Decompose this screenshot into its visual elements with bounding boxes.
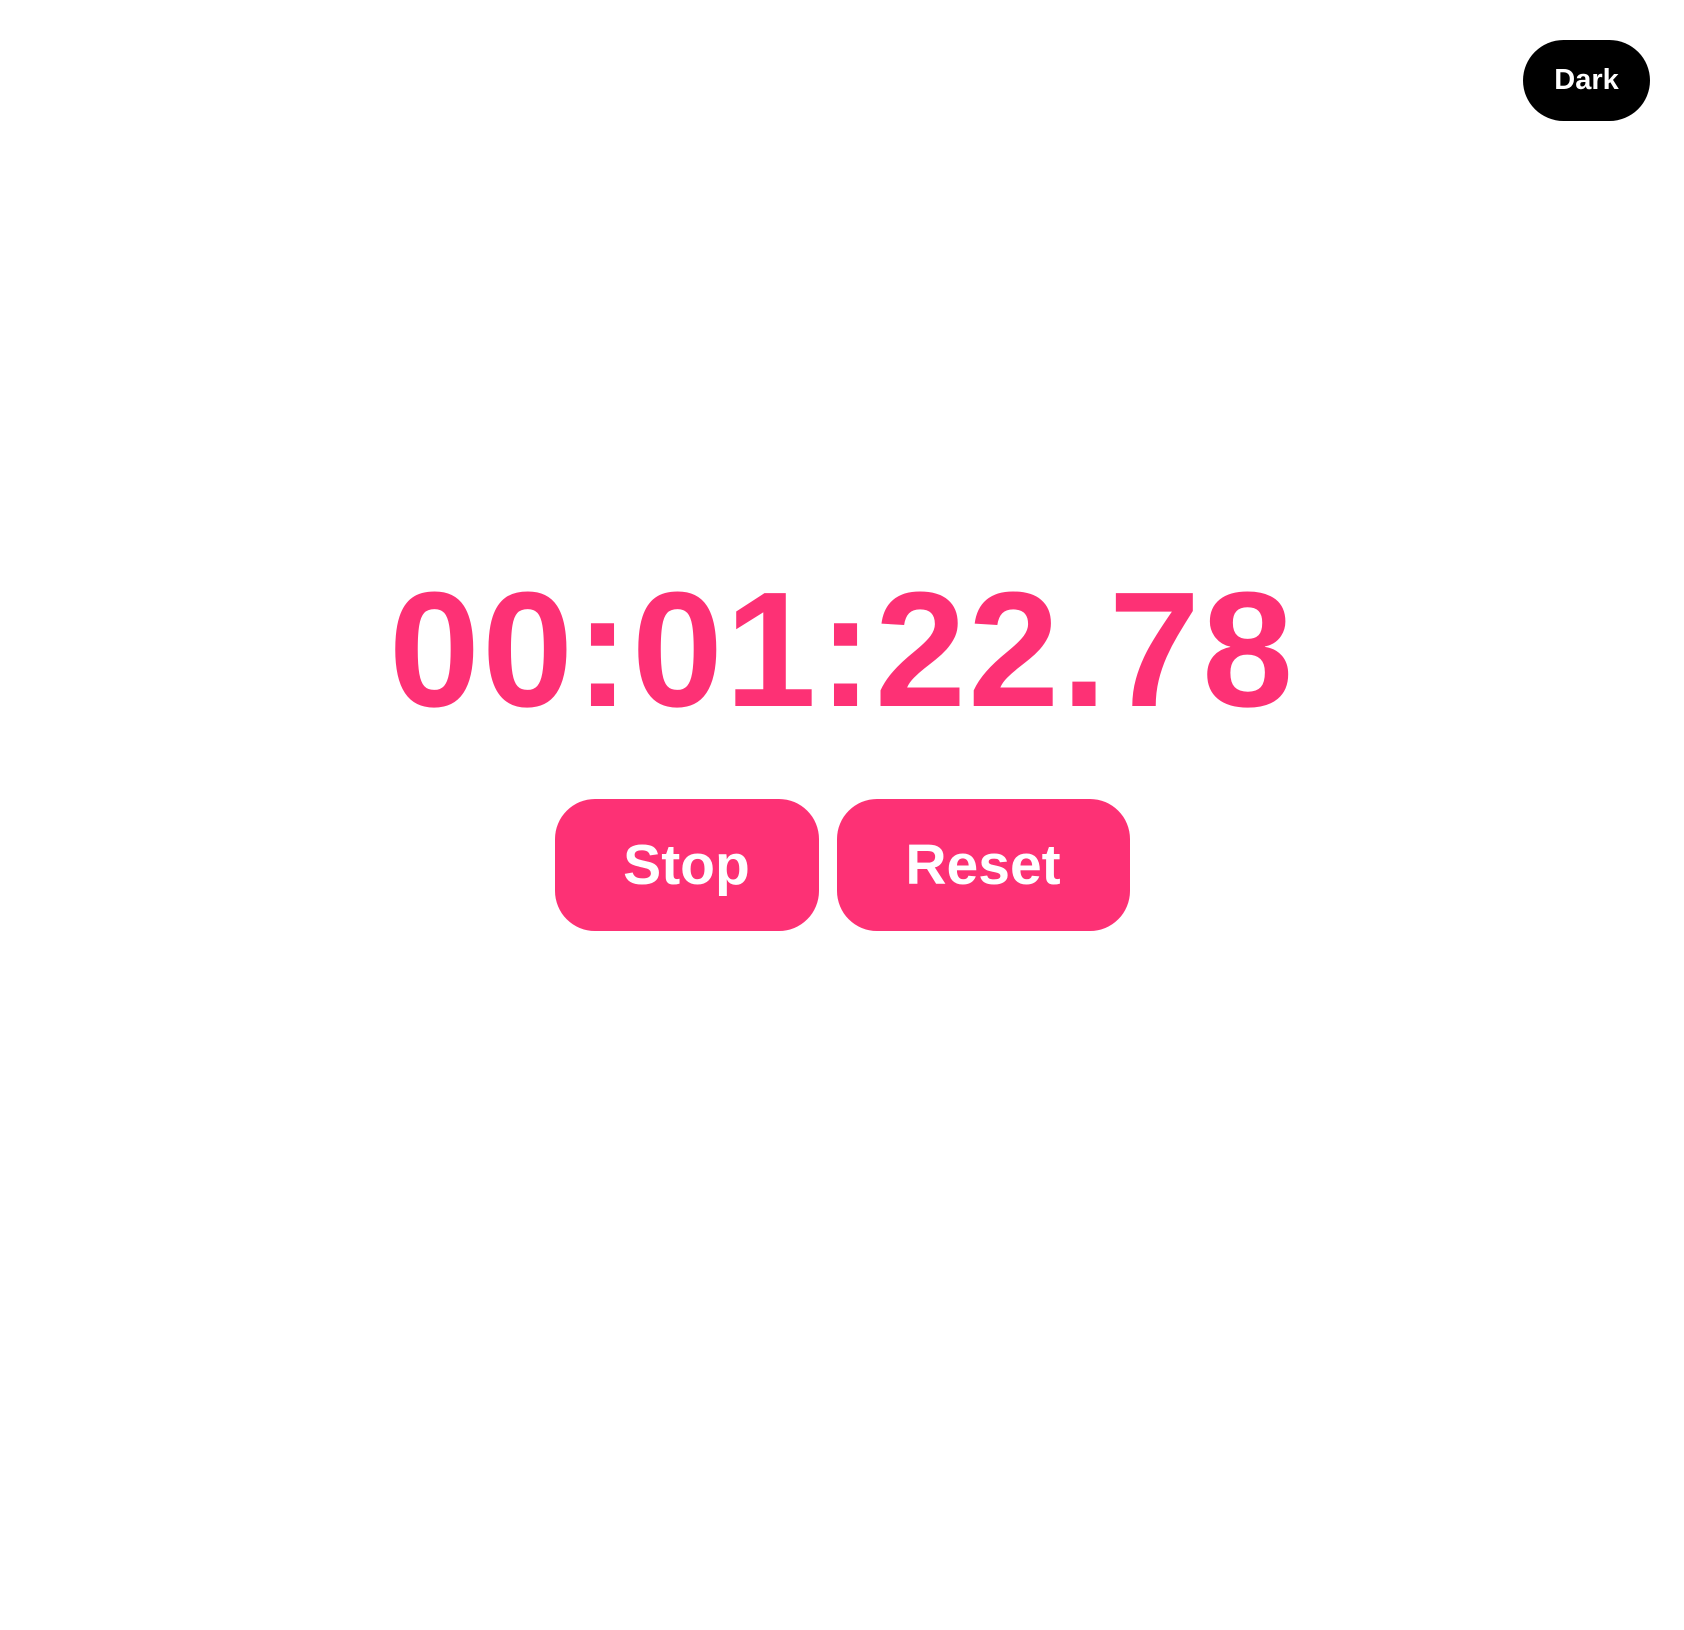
reset-button[interactable]: Reset [836,799,1130,931]
stopwatch-display: 00:01:22.78 [388,558,1296,741]
stopwatch-controls: Stop Reset [0,799,1684,931]
stop-button[interactable]: Stop [554,799,819,931]
dark-mode-toggle-button[interactable]: Dark [1523,40,1650,121]
stopwatch-page: Dark 00:01:22.78 Stop Reset [0,0,1684,1630]
